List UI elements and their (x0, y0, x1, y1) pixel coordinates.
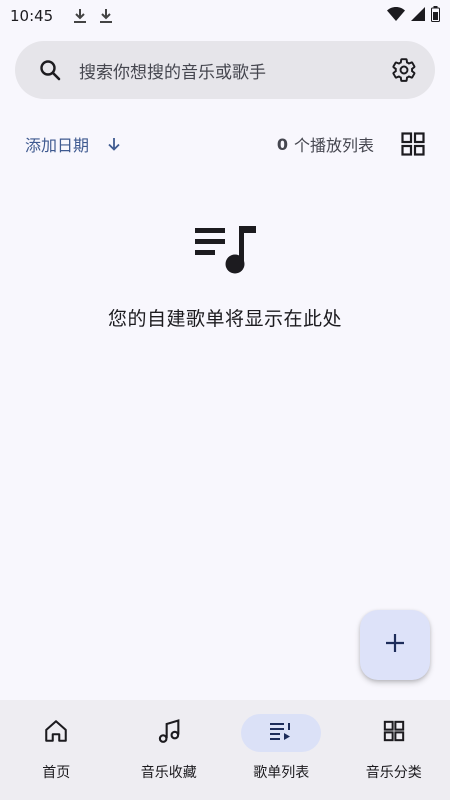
download-icon (99, 8, 113, 24)
signal-icon (411, 7, 425, 25)
status-time: 10:45 (10, 7, 54, 25)
bottom-navigation: 首页 音乐收藏 歌单列表 音乐分类 (0, 700, 450, 800)
nav-item-home[interactable]: 首页 (0, 700, 113, 800)
status-bar: 10:45 (0, 0, 450, 32)
search-icon[interactable] (37, 57, 63, 83)
plus-icon (384, 632, 406, 658)
nav-label: 音乐收藏 (140, 765, 197, 781)
grid-view-icon[interactable] (400, 131, 426, 157)
add-playlist-button[interactable] (360, 610, 430, 680)
playlist-count-label: 个播放列表 (293, 136, 374, 155)
gear-icon[interactable] (389, 55, 419, 85)
arrow-down-icon[interactable] (105, 135, 123, 153)
nav-item-favorites[interactable]: 音乐收藏 (113, 700, 226, 800)
search-bar[interactable]: 搜索你想搜的音乐或歌手 (15, 41, 435, 99)
playlist-music-icon (193, 222, 259, 274)
playlist-count-number: 0 (276, 134, 288, 154)
nav-label: 音乐分类 (365, 765, 422, 781)
download-icon (73, 8, 87, 24)
grid-icon (383, 720, 405, 746)
sort-row: 添加日期 0 个播放列表 (0, 125, 450, 163)
wifi-icon (387, 7, 405, 25)
home-icon (43, 718, 69, 748)
sort-by-button[interactable]: 添加日期 (25, 132, 89, 156)
search-input[interactable]: 搜索你想搜的音乐或歌手 (79, 58, 389, 83)
music-note-icon (155, 717, 183, 749)
battery-icon (431, 6, 440, 26)
playlist-count: 0 个播放列表 (277, 132, 374, 156)
nav-item-categories[interactable]: 音乐分类 (338, 700, 450, 800)
empty-state-message: 您的自建歌单将显示在此处 (107, 308, 342, 330)
nav-label: 首页 (42, 765, 71, 781)
playlist-icon (269, 720, 293, 746)
nav-item-playlists[interactable]: 歌单列表 (225, 700, 338, 800)
nav-label: 歌单列表 (253, 765, 310, 781)
